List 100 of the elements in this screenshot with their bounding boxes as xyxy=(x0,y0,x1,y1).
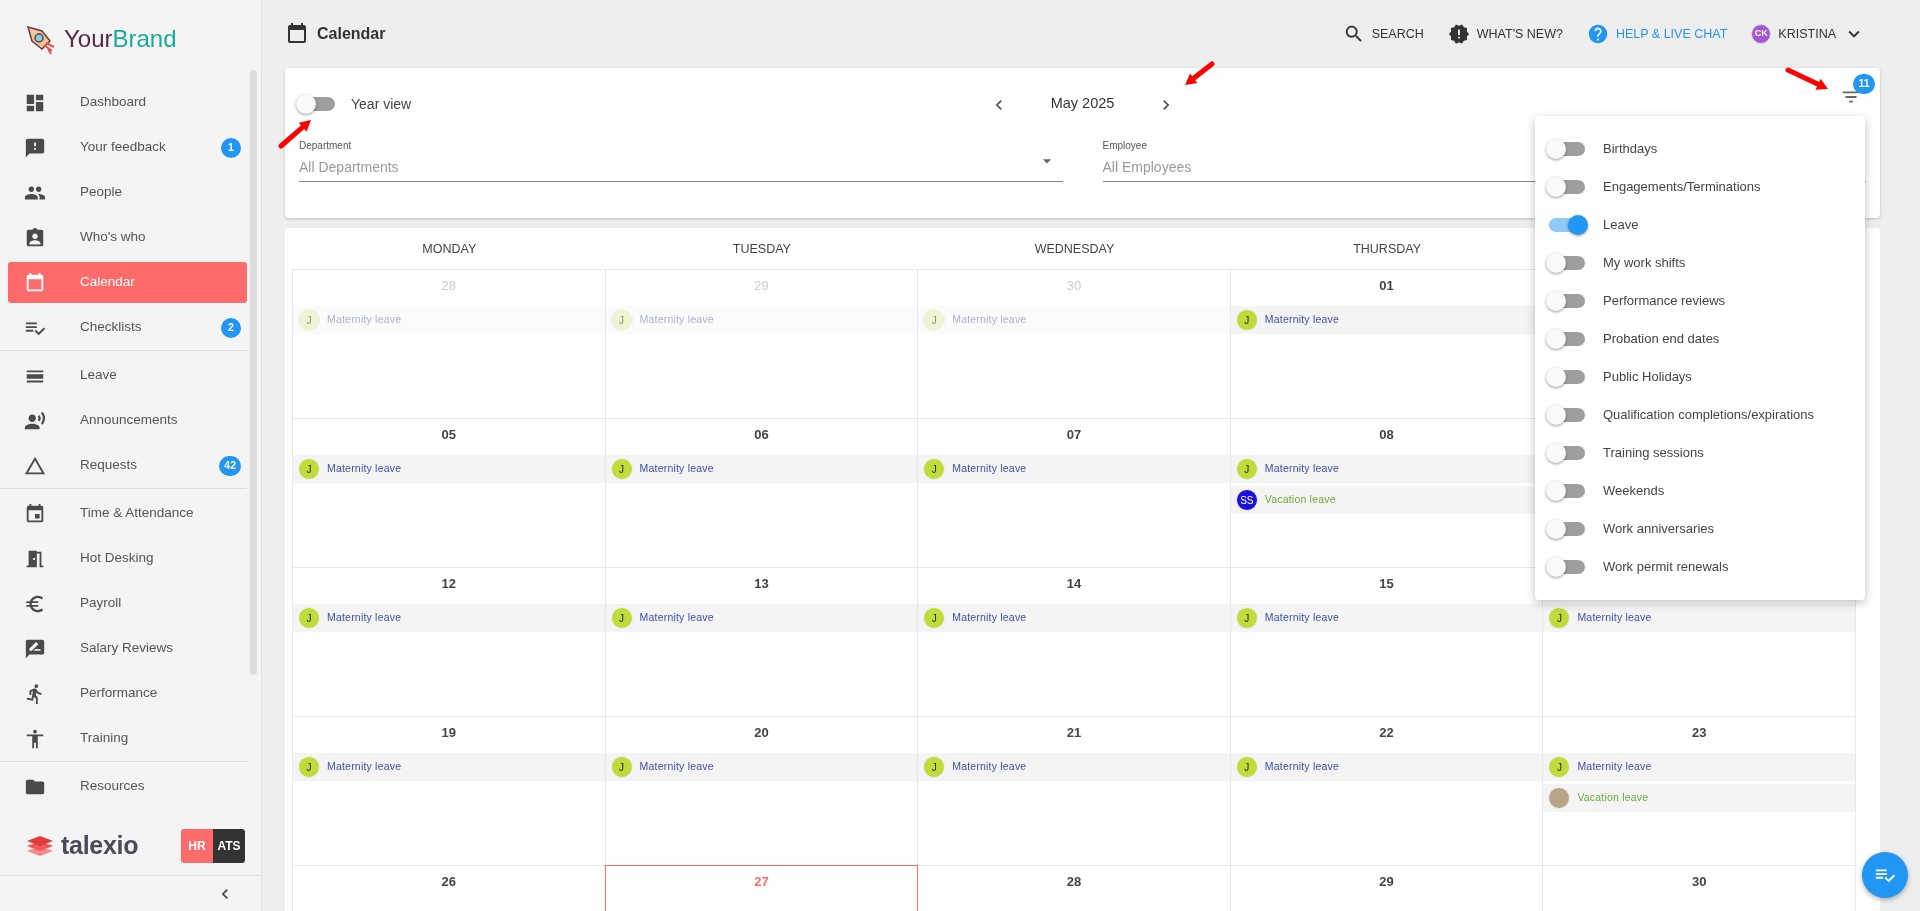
sidebar-label: Payroll xyxy=(80,594,122,613)
event-label: Maternity leave xyxy=(1264,610,1339,626)
toggle-label: Leave xyxy=(1603,216,1639,235)
avatar: J xyxy=(1548,756,1571,778)
toggle-label: Work anniversaries xyxy=(1603,520,1715,539)
field-label: Department xyxy=(299,139,352,153)
count-badge: 2 xyxy=(221,317,241,338)
count-badge: 1 xyxy=(221,137,241,158)
avatar: J xyxy=(923,756,946,778)
day-number: 29 xyxy=(1379,873,1394,891)
toggle-label: Year view xyxy=(351,94,412,114)
sidebar-label: Hot Desking xyxy=(80,549,154,568)
event-label: Maternity leave xyxy=(952,610,1027,626)
toggle-label: Qualification completions/expirations xyxy=(1603,406,1814,425)
product-name: talexio xyxy=(61,830,139,862)
day-number: 23 xyxy=(1691,724,1707,742)
brand-name: YourBrand xyxy=(64,24,177,54)
day-number: 21 xyxy=(1066,724,1082,742)
event-label: Maternity leave xyxy=(1264,759,1339,775)
sidebar-label: Resources xyxy=(80,777,145,796)
day-number: 12 xyxy=(441,575,457,593)
day-number: 07 xyxy=(1066,426,1082,444)
day-number: 26 xyxy=(441,873,457,891)
event-label: Maternity leave xyxy=(639,461,714,477)
sidebar-label: Checklists xyxy=(80,318,142,337)
event-label: Maternity leave xyxy=(952,759,1027,775)
user-avatar: CK xyxy=(1751,24,1772,44)
day-number: 20 xyxy=(754,724,769,742)
avatar: J xyxy=(1235,607,1258,629)
avatar: J xyxy=(610,756,633,778)
sidebar-label: Requests xyxy=(80,456,138,475)
page-title: Calendar xyxy=(317,24,386,44)
day-number: 19 xyxy=(441,724,457,742)
weekday-label: TUESDAY xyxy=(732,240,791,258)
toggle-label: Birthdays xyxy=(1603,140,1658,159)
day-number: 01 xyxy=(1379,277,1394,295)
day-number: 28 xyxy=(1066,873,1082,891)
day-number: 30 xyxy=(1691,873,1707,891)
sidebar-label: Your feedback xyxy=(80,138,166,157)
month-label: May 2025 xyxy=(1050,94,1115,114)
day-number: 08 xyxy=(1379,426,1394,444)
avatar: J xyxy=(923,607,946,629)
event-label: Maternity leave xyxy=(1577,610,1652,626)
avatar: J xyxy=(298,458,320,480)
event-label: Maternity leave xyxy=(639,759,714,775)
sidebar-label: Training xyxy=(80,729,129,748)
sidebar-label: People xyxy=(80,183,123,202)
count-badge: 11 xyxy=(1853,74,1875,94)
sidebar-label: Announcements xyxy=(80,411,178,430)
avatar: J xyxy=(1235,309,1258,331)
day-number: 15 xyxy=(1379,575,1394,593)
day-number: 06 xyxy=(754,426,769,444)
sidebar-label: Dashboard xyxy=(80,93,147,112)
avatar: J xyxy=(298,309,320,331)
sidebar-label: Who's who xyxy=(80,228,146,247)
day-number: 22 xyxy=(1379,724,1394,742)
weekday-label: MONDAY xyxy=(422,240,477,258)
event-label: Maternity leave xyxy=(952,312,1027,328)
toggle-label: Probation end dates xyxy=(1603,330,1720,349)
toggle-label: Performance reviews xyxy=(1603,292,1726,311)
avatar: J xyxy=(923,309,946,331)
avatar: J xyxy=(298,607,320,629)
weekday-label: WEDNESDAY xyxy=(1034,240,1115,258)
sidebar-label: Performance xyxy=(80,684,158,703)
event-label: Maternity leave xyxy=(327,610,402,626)
avatar: J xyxy=(923,458,946,480)
sidebar-label: Salary Reviews xyxy=(80,639,174,658)
avatar: J xyxy=(610,458,633,480)
avatar: J xyxy=(1235,458,1258,480)
day-number: 13 xyxy=(754,575,769,593)
event-label: Maternity leave xyxy=(327,759,402,775)
day-number: 05 xyxy=(441,426,457,444)
sidebar-label: Calendar xyxy=(80,273,135,292)
toggle-label: Weekends xyxy=(1603,482,1665,501)
event-label: Vacation leave xyxy=(1577,790,1649,806)
event-label: Maternity leave xyxy=(327,461,402,477)
weekday-label: THURSDAY xyxy=(1353,240,1421,258)
count-badge: 42 xyxy=(219,455,241,476)
avatar: J xyxy=(610,309,633,331)
avatar: J xyxy=(1548,607,1571,629)
event-label: Maternity leave xyxy=(639,610,714,626)
event-label: Maternity leave xyxy=(1577,759,1652,775)
avatar: J xyxy=(610,607,633,629)
sidebar-label: Time & Attendance xyxy=(80,504,194,523)
event-label: Maternity leave xyxy=(1264,312,1339,328)
day-number: 27 xyxy=(754,873,769,891)
sidebar-label: Leave xyxy=(80,366,117,385)
event-label: Maternity leave xyxy=(1264,461,1339,477)
toggle-label: Public Holidays xyxy=(1603,368,1692,387)
avatar: J xyxy=(1235,756,1258,778)
event-label: Maternity leave xyxy=(639,312,714,328)
event-label: Vacation leave xyxy=(1264,492,1336,508)
field-label: Employee xyxy=(1102,139,1147,153)
event-label: Maternity leave xyxy=(952,461,1027,477)
avatar: J xyxy=(298,756,320,778)
day-number: 14 xyxy=(1066,575,1082,593)
avatar: SS xyxy=(1235,489,1258,511)
toggle-label: Engagements/Terminations xyxy=(1603,178,1761,197)
event-label: Maternity leave xyxy=(327,312,402,328)
toggle-label: My work shifts xyxy=(1603,254,1686,273)
